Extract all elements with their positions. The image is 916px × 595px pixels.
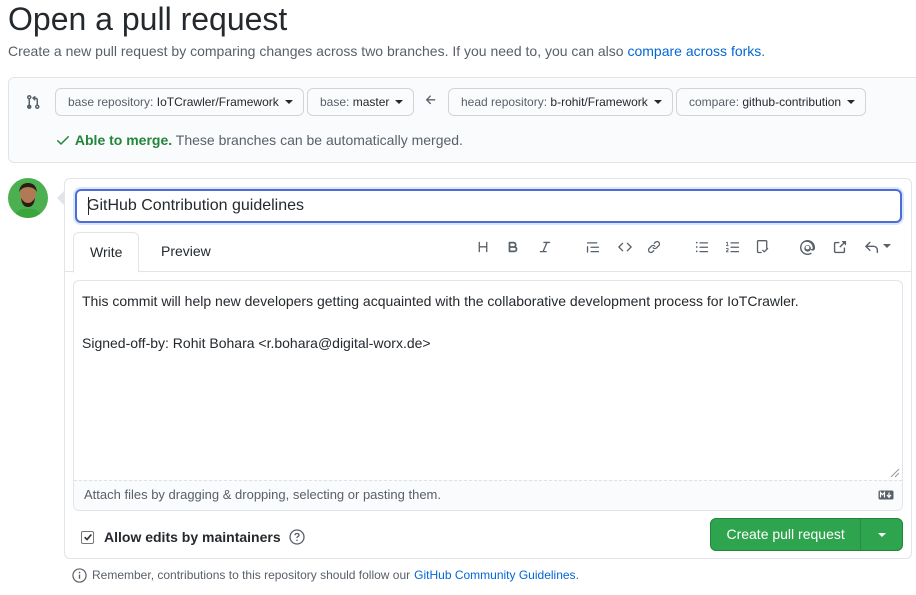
merge-ok-label: Able to merge. [74,132,173,148]
community-guidelines-link[interactable]: GitHub Community Guidelines [414,566,575,584]
avatar[interactable] [8,178,48,218]
ordered-list-icon[interactable] [723,237,743,257]
chevron-down-icon [284,99,293,104]
reference-icon[interactable] [829,237,849,257]
arrow-left-icon [425,95,436,105]
mention-icon[interactable] [797,237,817,257]
italic-icon[interactable] [535,237,555,257]
chevron-down-icon [653,99,662,104]
editor-tabbar: Write Preview [65,232,911,273]
reply-icon[interactable] [861,237,893,257]
create-options-dropdown[interactable] [861,519,902,550]
pr-body-editor[interactable]: This commit will help new developers get… [73,280,903,511]
attach-files-text: Attach files by dragging & dropping, sel… [84,487,441,502]
chevron-down-icon [877,532,886,537]
bold-icon[interactable] [503,237,523,257]
create-pull-request-label[interactable]: Create pull request [711,519,862,550]
attach-files-bar[interactable]: Attach files by dragging & dropping, sel… [74,480,902,510]
avatar-image [8,178,48,218]
allow-edits-label: Allow edits by maintainers [104,529,281,545]
resize-handle-icon[interactable] [890,468,900,478]
body-line: This commit will help new developers get… [82,293,799,309]
compare-branch-value: github-contribution [742,95,842,109]
base-branch-value: master [352,95,390,109]
base-branch-select[interactable]: base: master [307,88,415,116]
heading-icon[interactable] [473,237,493,257]
compare-across-forks-link[interactable]: compare across forks [627,43,761,59]
head-repository-value: b-rohit/Framework [550,95,648,109]
check-icon [57,136,69,145]
chevron-down-icon [847,99,856,104]
page-subtitle: Create a new pull request by comparing c… [8,43,766,59]
head-repository-select[interactable]: head repository: b-rohit/Framework [448,88,673,116]
subtitle-text: Create a new pull request by comparing c… [8,43,624,59]
guidelines-note: Remember, contributions to this reposito… [72,566,579,584]
base-repository-select[interactable]: base repository: IoTCrawler/Framework [55,88,304,116]
task-list-icon[interactable] [753,237,773,257]
code-icon[interactable] [615,237,635,257]
body-line: Signed-off-by: Rohit Bohara <r.bohara@di… [82,335,431,351]
guidelines-text: Remember, contributions to this reposito… [92,568,411,582]
pull-request-form: GitHub Contribution guidelines Write Pre… [57,178,912,559]
unordered-list-icon[interactable] [692,237,712,257]
quote-icon[interactable] [583,237,603,257]
tab-write[interactable]: Write [73,232,140,273]
allow-edits-checkbox[interactable] [81,530,94,544]
compare-branch-select[interactable]: compare: github-contribution [676,88,867,116]
page-title: Open a pull request [8,1,288,37]
compare-icon [26,95,40,110]
pr-body-textarea[interactable]: This commit will help new developers get… [74,281,902,480]
compare-range-box: base repository: IoTCrawler/Framework ba… [8,77,916,163]
merge-status-text: These branches can be automatically merg… [175,132,463,148]
allow-edits-option[interactable]: Allow edits by maintainers [81,528,305,546]
pr-title-input[interactable]: GitHub Contribution guidelines [75,189,902,223]
create-pull-request-button[interactable]: Create pull request [710,518,903,551]
help-icon[interactable] [288,529,305,545]
chevron-down-icon [882,244,891,248]
chevron-down-icon [395,99,404,104]
link-icon[interactable] [644,237,664,257]
base-repository-value: IoTCrawler/Framework [156,95,279,109]
info-icon [72,567,87,583]
merge-status: Able to merge. These branches can be aut… [55,131,463,149]
markdown-icon[interactable] [878,490,894,500]
text-cursor [88,197,89,215]
tab-preview[interactable]: Preview [145,232,227,272]
